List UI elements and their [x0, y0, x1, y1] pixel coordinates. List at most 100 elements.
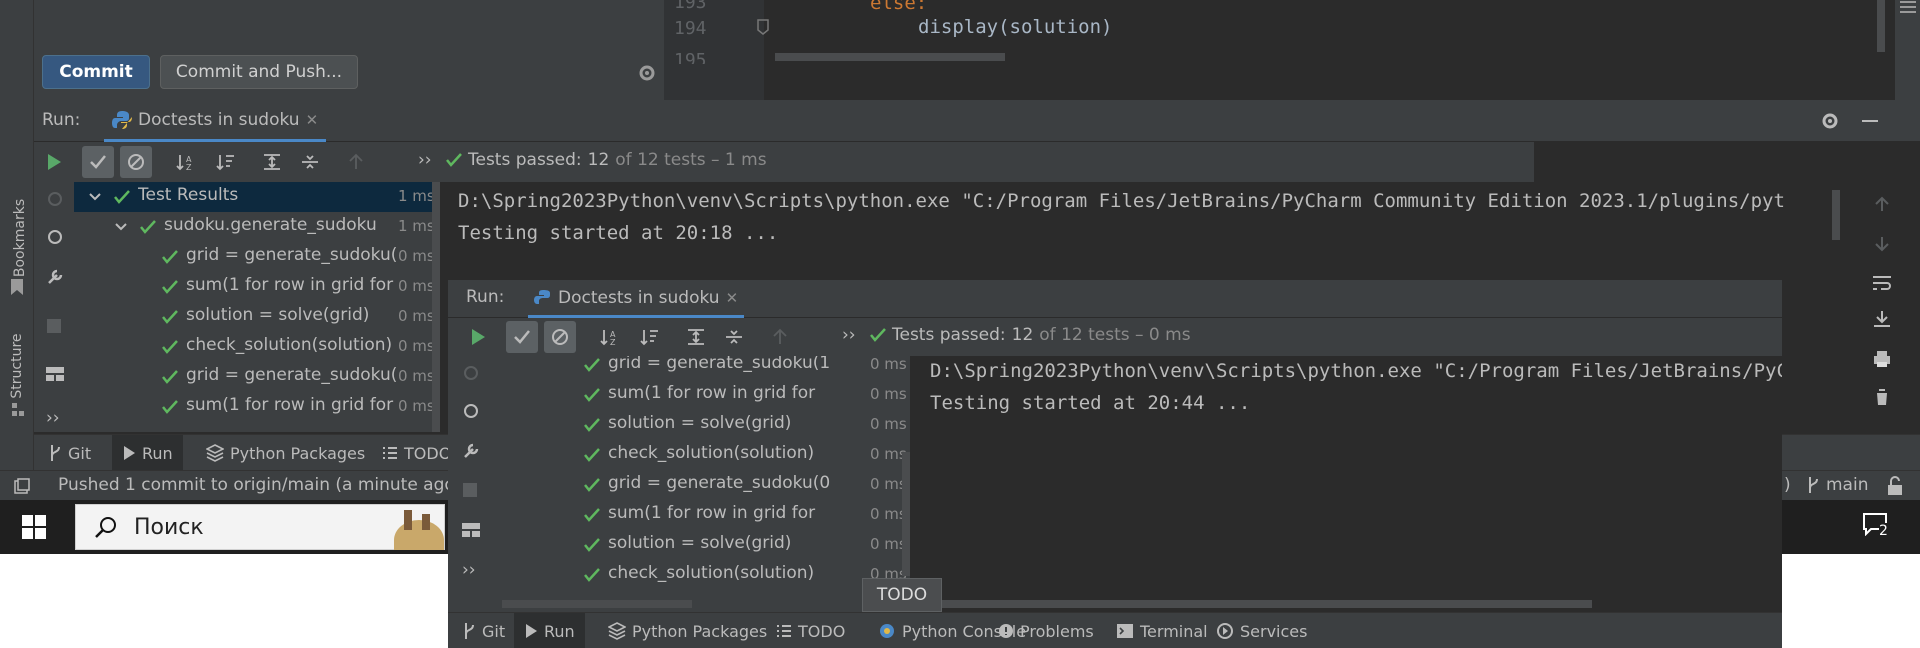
gear-icon[interactable] — [1820, 111, 1840, 131]
show-passed-toggle[interactable] — [82, 146, 114, 178]
tree-row[interactable]: check_solution(solution) 0 ms — [492, 560, 907, 590]
commit-button[interactable]: Commit — [42, 55, 150, 89]
python-icon — [534, 289, 550, 304]
layout-icon[interactable] — [461, 522, 481, 538]
show-passed-toggle[interactable] — [506, 321, 538, 353]
tree-row[interactable]: grid = generate_sudoku(0 0 ms — [492, 470, 907, 500]
arrow-down-icon[interactable] — [1874, 236, 1890, 252]
tool-tab-python-packages[interactable]: Python Packages — [598, 613, 777, 648]
tree-row[interactable]: solution = solve(grid) 0 ms — [34, 302, 435, 332]
scroll-to-end-icon[interactable] — [1872, 310, 1892, 328]
more-chevron-icon[interactable]: ›› — [46, 408, 60, 428]
tree-row[interactable]: grid = generate_sudoku(4 0 ms — [34, 242, 435, 272]
console-line: Testing started at 20:18 ... — [458, 222, 779, 244]
tool-tab-python-packages[interactable]: Python Packages — [196, 435, 375, 471]
test-name: grid = generate_sudoku(0 — [608, 473, 831, 493]
commit-and-push-button[interactable]: Commit and Push... — [160, 55, 358, 89]
sort-duration-button[interactable] — [210, 146, 242, 178]
tool-tab-run[interactable]: Run — [514, 613, 585, 648]
tree-h-scrollbar[interactable] — [502, 600, 692, 608]
tree-row[interactable]: grid = generate_sudoku(1 0 ms — [34, 362, 435, 392]
structure-tool-button[interactable]: Structure — [3, 322, 31, 422]
show-ignored-toggle[interactable] — [120, 146, 152, 178]
expand-all-button[interactable] — [256, 146, 288, 178]
show-ignored-toggle[interactable] — [544, 321, 576, 353]
tree-v-scrollbar[interactable] — [902, 452, 910, 576]
console-v-scrollbar[interactable] — [1832, 190, 1840, 240]
tool-tab-todo[interactable]: TODO — [766, 613, 855, 648]
notifications-button[interactable]: 2 — [1862, 512, 1894, 544]
tree-row[interactable]: solution = solve(grid) 0 ms — [492, 410, 907, 440]
code-editor[interactable] — [664, 0, 1894, 100]
tree-row[interactable]: sum(1 for row in grid for 0 ms — [492, 380, 907, 410]
console-h-scrollbar[interactable] — [920, 600, 1592, 608]
tree-row[interactable]: grid = generate_sudoku(1 0 ms — [492, 356, 907, 380]
tree-v-scrollbar[interactable] — [432, 182, 440, 432]
status-message[interactable]: Pushed 1 commit to origin/main (a minute… — [58, 475, 461, 495]
rerun-button[interactable] — [38, 146, 70, 178]
tree-row[interactable]: sum(1 for row in grid for 0 ms — [34, 392, 435, 422]
wrench-icon[interactable] — [46, 268, 64, 286]
minimize-icon[interactable] — [1860, 111, 1880, 131]
tree-row[interactable]: check_solution(solution) 0 ms — [34, 332, 435, 362]
bookmarks-tool-button[interactable]: Bookmarks — [3, 190, 31, 300]
tool-tab-services[interactable]: Services — [1206, 613, 1317, 648]
trash-icon[interactable] — [1874, 388, 1890, 406]
gear-icon[interactable] — [637, 63, 657, 83]
wrench-icon[interactable] — [462, 442, 480, 460]
tool-tab-label: Run — [544, 621, 575, 641]
rerun-button[interactable] — [462, 321, 494, 353]
tree-row[interactable]: sudoku.generate_sudoku 1 ms — [34, 212, 435, 242]
more-chevron-icon[interactable]: ›› — [842, 325, 856, 345]
sort-alpha-button[interactable]: AZ — [170, 146, 202, 178]
print-icon[interactable] — [1872, 350, 1892, 368]
branch-widget[interactable]: main — [1806, 475, 1868, 495]
tool-tab-run[interactable]: Run — [112, 435, 183, 471]
tab-doctests[interactable]: Doctests in sudoku ✕ — [528, 280, 745, 318]
tree-row[interactable]: Test Results 1 ms — [34, 182, 435, 212]
menu-lines-icon[interactable] — [1899, 0, 1917, 14]
previous-failed-button[interactable] — [764, 321, 796, 353]
close-icon[interactable]: ✕ — [726, 289, 739, 307]
tree-row[interactable]: sum(1 for row in grid for 0 ms — [34, 272, 435, 302]
windows-start-icon[interactable] — [22, 515, 46, 539]
editor-v-scrollbar[interactable] — [1877, 0, 1885, 52]
chevron-down-icon[interactable] — [88, 192, 102, 202]
toggle-autotest-icon[interactable] — [462, 402, 480, 420]
arrow-up-icon — [773, 328, 787, 344]
tree-row[interactable]: check_solution(solution) 0 ms — [492, 440, 907, 470]
tool-tab-git[interactable]: Git — [452, 613, 515, 648]
editor-h-scrollbar[interactable] — [775, 53, 1005, 61]
sort-duration-button[interactable] — [634, 321, 666, 353]
tree-row[interactable]: sum(1 for row in grid for 0 ms — [492, 500, 907, 530]
run-panel-header: Run: Doctests in sudoku ✕ — [34, 100, 1920, 142]
test-name: solution = solve(grid) — [608, 533, 792, 553]
tool-tab-git[interactable]: Git — [38, 435, 101, 471]
close-icon[interactable]: ✕ — [306, 111, 319, 129]
tool-tab-problems[interactable]: Problems — [988, 613, 1104, 648]
chevron-down-icon[interactable] — [114, 222, 128, 232]
test-duration: 0 ms — [398, 277, 435, 295]
rerun-failed-icon[interactable] — [46, 190, 64, 208]
arrow-up-icon[interactable] — [1874, 196, 1890, 212]
fold-icon[interactable] — [756, 18, 770, 36]
collapse-all-button[interactable] — [294, 146, 326, 178]
stop-icon[interactable] — [462, 482, 478, 498]
tab-doctests[interactable]: Doctests in sudoku ✕ — [104, 100, 327, 142]
tool-tab-terminal[interactable]: Terminal — [1106, 613, 1218, 648]
previous-failed-button[interactable] — [340, 146, 372, 178]
rerun-failed-icon[interactable] — [462, 364, 480, 382]
overlay-console-output[interactable]: D:\Spring2023Python\venv\Scripts\python.… — [910, 356, 1782, 612]
more-chevron-icon[interactable]: ›› — [418, 150, 432, 170]
toggle-autotest-icon[interactable] — [46, 228, 64, 246]
layout-icon[interactable] — [45, 366, 65, 382]
tree-row[interactable]: solution = solve(grid) 0 ms — [492, 530, 907, 560]
sort-alpha-button[interactable]: AZ — [594, 321, 626, 353]
collapse-all-button[interactable] — [718, 321, 750, 353]
stop-icon[interactable] — [46, 318, 62, 334]
expand-all-button[interactable] — [680, 321, 712, 353]
lock-icon[interactable] — [1886, 476, 1904, 496]
more-chevron-icon[interactable]: ›› — [462, 560, 476, 580]
soft-wrap-icon[interactable] — [1872, 274, 1892, 292]
panel-toggle-icon[interactable] — [14, 478, 30, 494]
